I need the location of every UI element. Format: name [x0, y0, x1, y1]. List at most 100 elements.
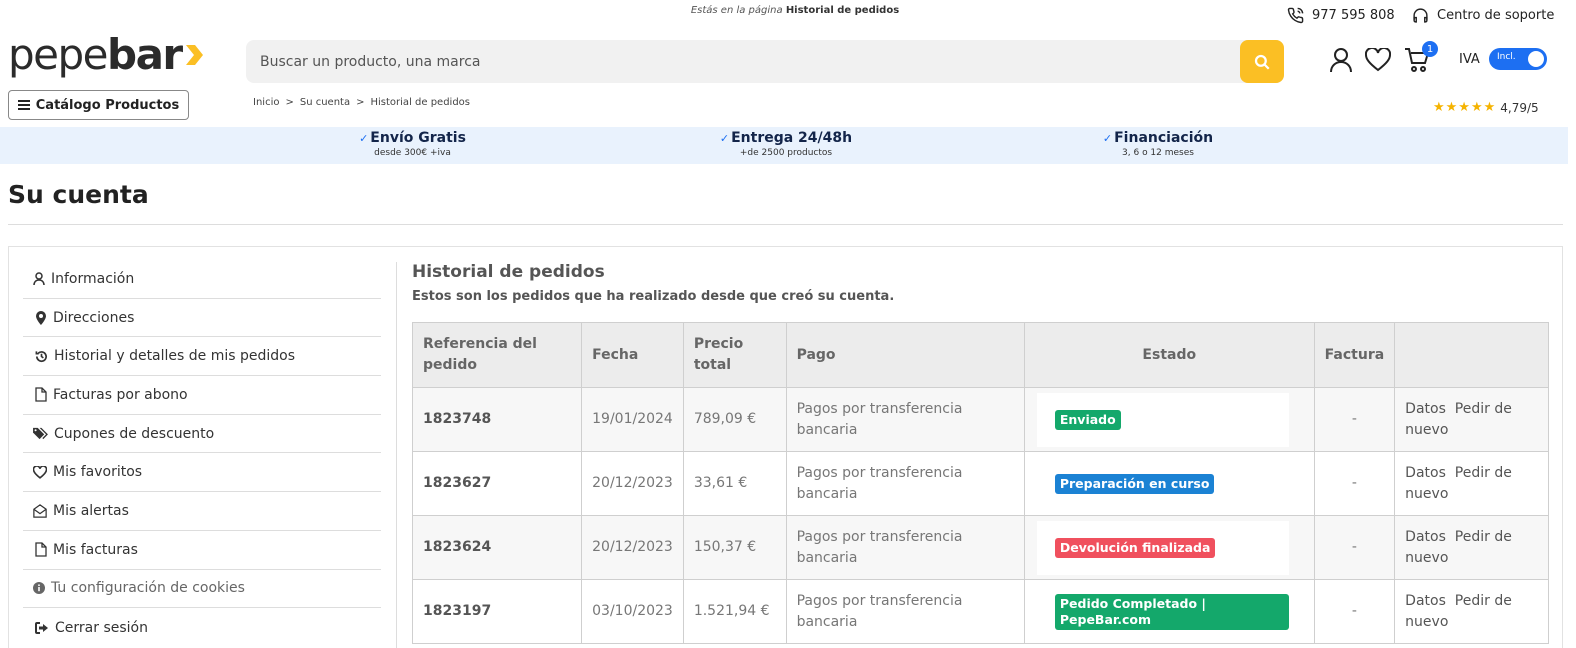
orders-table: Referencia del pedido Fecha Precio total…	[411, 322, 1549, 644]
phone-number: 977 595 808	[1312, 8, 1395, 23]
logo-text-pepe: pepe	[8, 30, 109, 79]
order-date: 19/01/2024	[581, 387, 684, 452]
pepebar-logo[interactable]: pepe bar	[8, 30, 204, 79]
order-date: 03/10/2023	[581, 579, 684, 644]
order-invoice: -	[1313, 451, 1396, 516]
iva-toggle[interactable]: Incl.	[1489, 48, 1547, 70]
order-payment: Pagos por transferencia bancaria	[785, 579, 1025, 644]
benefits-band: ✓ Envío Gratis desde 300€ +iva ✓ Entrega 2…	[0, 127, 1568, 164]
status-badge: Pedido Completado | PepeBar.com	[1054, 593, 1289, 630]
heart-icon	[1365, 48, 1391, 72]
sidebar-item-label: Mis alertas	[53, 502, 129, 519]
order-details-link[interactable]: Datos	[1405, 401, 1446, 417]
order-actions: Datos Pedir de nuevo	[1394, 451, 1549, 516]
sidebar-item-alerts[interactable]: Mis alertas	[23, 492, 381, 531]
divider	[8, 224, 1563, 225]
order-invoice: -	[1313, 579, 1396, 644]
order-payment: Pagos por transferencia bancaria	[785, 387, 1025, 452]
order-payment: Pagos por transferencia bancaria	[785, 451, 1025, 516]
order-actions: Datos Pedir de nuevo	[1394, 515, 1549, 580]
table-header-row: Referencia del pedido Fecha Precio total…	[411, 322, 1549, 388]
benefit-title: Envío Gratis	[370, 130, 466, 146]
order-date: 20/12/2023	[581, 451, 684, 516]
sidebar-item-addresses[interactable]: Direcciones	[23, 299, 381, 338]
cart-count-badge: 1	[1422, 41, 1438, 57]
hamburger-icon	[17, 100, 30, 110]
breadcrumb: Inicio > Su cuenta > Historial de pedido…	[253, 97, 470, 108]
order-total: 1.521,94 €	[682, 579, 787, 644]
search-input[interactable]	[246, 40, 1240, 83]
benefit-title: Entrega 24/48h	[731, 130, 853, 146]
benefit-delivery: ✓ Entrega 24/48h +de 2500 productos	[711, 130, 861, 158]
rating-value: 4,79/5	[1500, 100, 1539, 115]
search-button[interactable]	[1240, 40, 1284, 83]
order-reference[interactable]: 1823624	[411, 515, 583, 580]
benefit-financing: ✓ Financiación 3, 6 o 12 meses	[1093, 130, 1223, 158]
sidebar-item-information[interactable]: Información	[23, 260, 381, 299]
iva-label: IVA	[1459, 52, 1480, 67]
order-status-cell: Preparación en curso	[1023, 451, 1315, 516]
store-rating[interactable]: ★★★★★ 4,79/5	[1433, 100, 1539, 115]
sidebar-item-label: Facturas por abono	[53, 386, 188, 403]
benefit-subtitle: desde 300€ +iva	[374, 148, 451, 158]
order-details-link[interactable]: Datos	[1405, 529, 1446, 545]
heart-icon	[33, 465, 47, 479]
benefit-subtitle: +de 2500 productos	[739, 148, 833, 158]
sidebar-item-credit-invoices[interactable]: Facturas por abono	[23, 376, 381, 415]
table-row: 1823748 19/01/2024 789,09 € Pagos por tr…	[411, 387, 1549, 452]
logo-text-bar: bar	[107, 30, 183, 79]
page-indicator-name: Historial de pedidos	[785, 5, 900, 16]
column-header-reference: Referencia del pedido	[411, 322, 583, 388]
breadcrumb-home[interactable]: Inicio	[253, 97, 279, 108]
user-icon	[33, 272, 45, 285]
sidebar-item-label: Mis facturas	[53, 541, 138, 558]
order-reference[interactable]: 1823748	[411, 387, 583, 452]
breadcrumb-current: Historial de pedidos	[370, 97, 471, 108]
column-header-invoice: Factura	[1313, 322, 1396, 388]
iva-toggle-text: Incl.	[1497, 52, 1516, 62]
order-total: 789,09 €	[682, 387, 787, 452]
sidebar-item-favorites[interactable]: Mis favoritos	[23, 453, 381, 493]
account-button[interactable]	[1326, 45, 1356, 75]
order-reference[interactable]: 1823627	[411, 451, 583, 516]
sidebar-item-order-history[interactable]: Historial y detalles de mis pedidos	[23, 337, 381, 377]
order-total: 150,37 €	[682, 515, 787, 580]
benefit-subtitle: 3, 6 o 12 meses	[1122, 148, 1194, 158]
status-badge: Enviado	[1054, 409, 1121, 430]
account-sidebar: Información Direcciones Historial y deta…	[23, 260, 381, 647]
cart-button[interactable]: 1	[1402, 41, 1438, 75]
order-invoice: -	[1313, 515, 1396, 580]
column-header-status: Estado	[1023, 322, 1315, 388]
sidebar-item-label: Mis favoritos	[53, 464, 143, 481]
column-header-total: Precio total	[682, 322, 787, 388]
favorites-button[interactable]	[1363, 45, 1393, 75]
order-details-link[interactable]: Datos	[1405, 465, 1446, 481]
check-icon: ✓	[1102, 132, 1113, 145]
column-header-actions	[1394, 322, 1549, 388]
sidebar-item-invoices[interactable]: Mis facturas	[23, 531, 381, 570]
table-row: 1823624 20/12/2023 150,37 € Pagos por tr…	[411, 515, 1549, 580]
status-badge: Devolución finalizada	[1054, 537, 1216, 558]
order-history-title: Historial de pedidos	[412, 262, 605, 282]
sidebar-item-logout[interactable]: Cerrar sesión	[23, 608, 381, 647]
search-bar	[246, 40, 1284, 83]
sidebar-item-label: Tu configuración de cookies	[51, 580, 245, 597]
sidebar-item-coupons[interactable]: Cupones de descuento	[23, 415, 381, 454]
page-indicator-prefix: Estás en la página	[690, 5, 783, 16]
sidebar-item-label: Cupones de descuento	[54, 425, 215, 442]
headset-icon	[1413, 8, 1428, 23]
phone-link[interactable]: 977 595 808	[1287, 7, 1395, 24]
order-details-link[interactable]: Datos	[1405, 593, 1446, 609]
catalog-button[interactable]: Catálogo Productos	[8, 90, 189, 120]
tags-icon	[33, 428, 48, 440]
status-badge: Preparación en curso	[1054, 473, 1215, 494]
catalog-button-label: Catálogo Productos	[35, 97, 180, 113]
phone-icon	[1287, 7, 1304, 24]
breadcrumb-account[interactable]: Su cuenta	[300, 97, 350, 108]
support-link[interactable]: Centro de soporte	[1412, 7, 1554, 24]
sidebar-item-cookies[interactable]: Tu configuración de cookies	[23, 570, 381, 609]
info-icon	[33, 582, 45, 595]
order-status-cell: Devolución finalizada	[1023, 515, 1315, 580]
order-reference[interactable]: 1823197	[411, 579, 583, 644]
search-icon	[1254, 54, 1270, 70]
